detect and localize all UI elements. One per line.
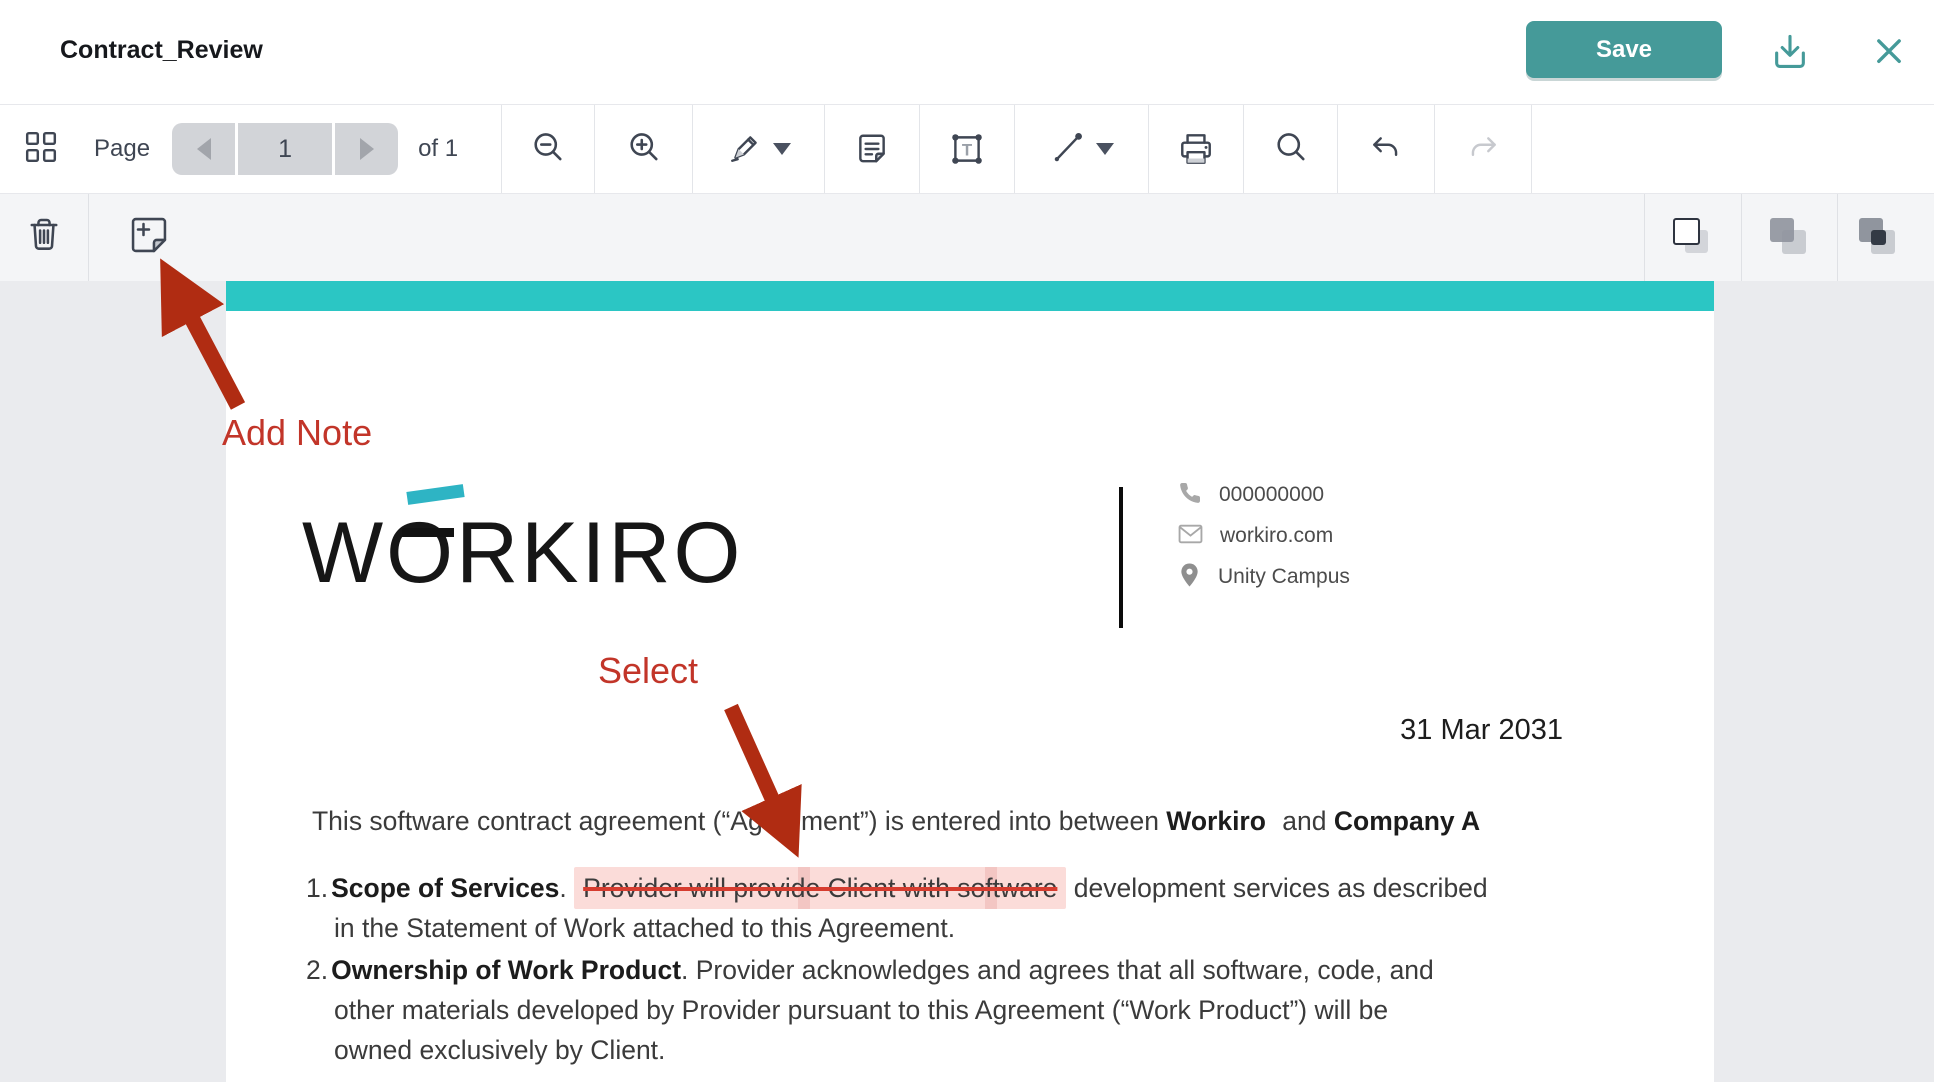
clause-number: 2. — [306, 955, 328, 985]
clause-text: owned exclusively by Client. — [334, 1035, 665, 1065]
page-next-icon[interactable] — [335, 123, 398, 175]
clause-text: . Provider acknowledges and agrees that … — [681, 955, 1434, 985]
delete-annotation-button[interactable] — [0, 194, 89, 281]
search-button[interactable] — [1243, 105, 1337, 193]
line-tool-icon — [1050, 129, 1086, 170]
page-navigation: Page 1 of 1 — [0, 105, 501, 193]
zoom-out-button[interactable] — [501, 105, 594, 193]
document-date: 31 Mar 2031 — [1400, 714, 1563, 747]
add-note-icon — [127, 213, 171, 262]
logo-macron-mark — [402, 528, 454, 537]
clause-text: in the Statement of Work attached to thi… — [334, 913, 955, 943]
contact-address-row: Unity Campus — [1178, 563, 1350, 591]
pdf-annotation-app: Contract_Review Save Page — [0, 0, 1934, 1082]
clause-text: development services as described — [1066, 873, 1487, 903]
contact-phone-row: 000000000 — [1178, 481, 1350, 509]
contact-address: Unity Campus — [1218, 565, 1350, 589]
document-title: Contract_Review — [60, 36, 263, 65]
contact-divider — [1119, 487, 1123, 628]
page-header-bar — [226, 281, 1714, 311]
zoom-in-button[interactable] — [594, 105, 692, 193]
line-dropdown-icon[interactable] — [1096, 143, 1114, 155]
contract-clauses: 1.Scope of Services. Provider will provi… — [306, 868, 1616, 1072]
opacity-full-icon — [1856, 215, 1902, 261]
page-number-input[interactable]: 1 — [238, 123, 332, 175]
page-pager: 1 — [172, 123, 398, 175]
note-tool[interactable] — [824, 105, 919, 193]
highlighter-icon — [727, 129, 763, 170]
intro-mid: and — [1275, 806, 1334, 836]
download-icon[interactable] — [1770, 30, 1810, 79]
opacity-full-button[interactable] — [1837, 194, 1934, 281]
text-box-tool[interactable]: T — [919, 105, 1014, 193]
contact-website-row: workiro.com — [1178, 522, 1350, 550]
clause-separator: . — [559, 873, 574, 903]
logo-accent-mark — [406, 484, 464, 505]
opacity-half-icon — [1767, 215, 1813, 261]
document-canvas: WORKIRO 000000000 — [0, 281, 1934, 1082]
line-tool[interactable] — [1014, 105, 1148, 193]
party-company-a: Company A — [1334, 806, 1480, 836]
trash-icon — [25, 215, 63, 260]
mail-icon — [1178, 523, 1203, 550]
clause-scope-of-services: 1.Scope of Services. Provider will provi… — [306, 868, 1616, 948]
redo-button[interactable] — [1434, 105, 1532, 193]
save-button[interactable]: Save — [1526, 21, 1722, 78]
clause-text: other materials developed by Provider pu… — [334, 995, 1388, 1025]
add-note-button[interactable] — [113, 194, 185, 281]
thumbnails-grid-icon[interactable] — [24, 130, 58, 169]
clause-title: Scope of Services — [331, 873, 559, 903]
contact-website: workiro.com — [1220, 524, 1333, 548]
page-label: Page — [94, 135, 150, 163]
location-pin-icon — [1178, 562, 1201, 593]
document-page[interactable]: WORKIRO 000000000 — [226, 281, 1714, 1082]
intro-paragraph: This software contract agreement (“Agree… — [312, 802, 1652, 840]
intro-text: This software contract agreement (“Agree… — [312, 806, 1166, 836]
main-toolbar: Page 1 of 1 — [0, 104, 1934, 194]
clause-number: 1. — [306, 873, 328, 903]
phone-icon — [1178, 481, 1202, 510]
party-workiro: Workiro — [1166, 806, 1266, 836]
highlighter-dropdown-icon[interactable] — [773, 143, 791, 155]
svg-text:T: T — [962, 140, 973, 159]
highlighter-tool[interactable] — [692, 105, 824, 193]
page-prev-icon[interactable] — [172, 123, 235, 175]
print-button[interactable] — [1148, 105, 1243, 193]
opacity-none-icon — [1670, 215, 1716, 261]
opacity-half-button[interactable] — [1741, 194, 1837, 281]
contact-phone: 000000000 — [1219, 483, 1324, 507]
clause-ownership: 2.Ownership of Work Product. Provider ac… — [306, 950, 1616, 1070]
clause-title: Ownership of Work Product — [331, 955, 681, 985]
close-icon[interactable] — [1872, 30, 1906, 75]
workiro-logo: WORKIRO — [302, 504, 743, 603]
struck-annotation[interactable]: Provider will provide Client with softwa… — [574, 867, 1066, 909]
contact-block: 000000000 workiro.com — [1178, 481, 1350, 591]
annotation-toolbar — [0, 194, 1934, 281]
page-total: of 1 — [418, 135, 458, 163]
undo-button[interactable] — [1337, 105, 1434, 193]
header: Contract_Review Save — [0, 0, 1934, 104]
opacity-none-button[interactable] — [1644, 194, 1741, 281]
